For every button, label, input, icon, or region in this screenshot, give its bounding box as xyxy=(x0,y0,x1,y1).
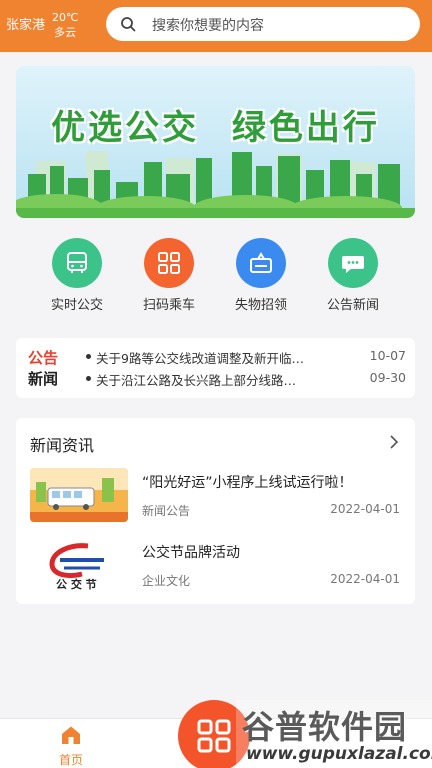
tab-home[interactable]: 首页 xyxy=(48,725,94,768)
weather-condition: 多云 xyxy=(54,26,77,39)
menu-notice-news[interactable]: 公告新闻 xyxy=(308,238,398,313)
notice-logo-line2: 新闻 xyxy=(28,370,59,388)
city-label[interactable]: 张家港 xyxy=(6,14,45,33)
news-thumbnail xyxy=(30,468,128,522)
menu-label: 失物招领 xyxy=(234,298,287,313)
notice-date: 10-07 xyxy=(369,348,406,363)
menu-label: 公告新闻 xyxy=(326,298,379,313)
watermark-url: www.gupuxlazal.com xyxy=(246,744,432,764)
notice-item[interactable]: 关于9路等公交线改道调整及新开临… 10-07 xyxy=(86,348,406,366)
menu-lost-found[interactable]: 失物招领 xyxy=(216,238,306,313)
banner-slogan: 优选公交 绿色出行 xyxy=(51,108,380,148)
lost-found-icon xyxy=(236,238,286,288)
news-item[interactable]: 公 交 节 公交节品牌活动 企业文化 2022-04-01 xyxy=(30,538,402,594)
menu-label: 扫码乘车 xyxy=(142,298,195,313)
promo-banner[interactable]: 优选公交 绿色出行 xyxy=(16,66,415,218)
news-heading: 新闻资讯 xyxy=(30,436,95,455)
weather-info: 20℃ 多云 xyxy=(52,10,78,40)
notice-board: 公告 新闻 关于9路等公交线改道调整及新开临… 10-07 关于沿江公路及长兴路… xyxy=(16,338,415,398)
notice-title: 关于沿江公路及长兴路上部分线路… xyxy=(96,373,297,388)
menu-label: 实时公交 xyxy=(50,298,103,313)
news-category: 新闻公告 xyxy=(142,504,191,518)
notice-logo-line1: 公告 xyxy=(28,349,59,367)
notice-title: 关于9路等公交线改道调整及新开临… xyxy=(96,351,304,366)
search-input[interactable]: 搜索你想要的内容 xyxy=(152,15,264,35)
news-item[interactable]: “阳光好运”小程序上线试运行啦！ 新闻公告 2022-04-01 xyxy=(30,468,402,524)
watermark: 谷普软件园 www.gupuxlazal.com xyxy=(236,700,432,768)
search-icon xyxy=(121,17,136,32)
bullet-icon xyxy=(86,354,91,359)
notice-logo: 公告 新闻 xyxy=(28,348,74,390)
bus-icon xyxy=(52,238,102,288)
menu-scan-ride[interactable]: 扫码乘车 xyxy=(124,238,214,313)
svg-text:公 交 节: 公 交 节 xyxy=(56,577,97,591)
top-header: 张家港 20℃ 多云 搜索你想要的内容 xyxy=(0,0,432,52)
news-date: 2022-04-01 xyxy=(330,502,400,516)
tab-home-label: 首页 xyxy=(58,753,83,767)
notice-date: 09-30 xyxy=(369,370,406,385)
news-section: 新闻资讯 “阳光好运”小程序上线试运行啦！ 新闻公告 2022-04-01 公 … xyxy=(16,418,415,604)
temperature: 20℃ xyxy=(52,11,79,24)
bullet-icon xyxy=(86,376,91,381)
notice-item[interactable]: 关于沿江公路及长兴路上部分线路… 09-30 xyxy=(86,370,406,388)
news-title: 公交节品牌活动 xyxy=(142,545,240,561)
search-bar[interactable]: 搜索你想要的内容 xyxy=(106,7,420,41)
quick-menu: 实时公交 扫码乘车 失物招领 公告新闻 xyxy=(0,238,432,313)
chevron-right-icon[interactable] xyxy=(389,434,399,450)
qr-scan-icon xyxy=(144,238,194,288)
news-title: “阳光好运”小程序上线试运行啦！ xyxy=(142,475,353,491)
menu-realtime-bus[interactable]: 实时公交 xyxy=(32,238,122,313)
news-date: 2022-04-01 xyxy=(330,572,400,586)
home-icon xyxy=(62,726,80,744)
bus-festival-logo: 公 交 节 xyxy=(30,538,128,592)
watermark-title: 谷普软件园 xyxy=(242,708,408,746)
qr-scan-icon xyxy=(197,719,231,753)
chat-bubble-icon xyxy=(328,238,378,288)
news-category: 企业文化 xyxy=(142,574,191,588)
